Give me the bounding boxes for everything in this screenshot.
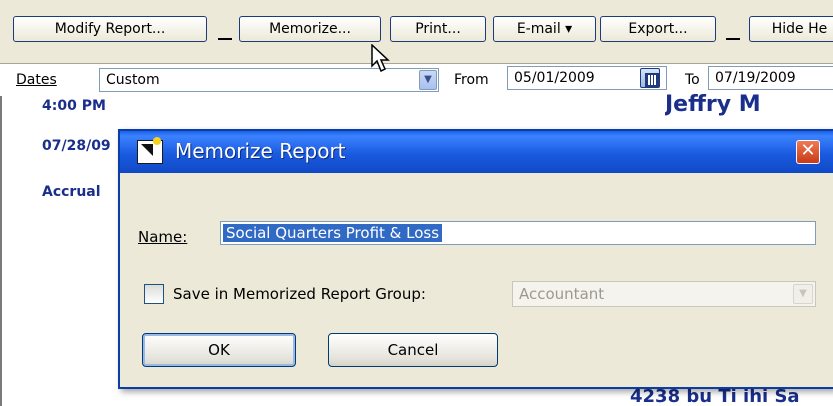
to-date-field[interactable]: 07/19/2009 bbox=[708, 66, 833, 90]
close-button[interactable]: ✕ bbox=[796, 140, 820, 164]
dialog-title: Memorize Report bbox=[175, 139, 346, 163]
name-input[interactable]: Social Quarters Profit & Loss bbox=[220, 221, 816, 245]
report-toolbar: Modify Report... Memorize... Print... E-… bbox=[0, 0, 833, 64]
save-in-group-label: Save in Memorized Report Group: bbox=[173, 285, 426, 303]
toolbar-separator bbox=[726, 26, 740, 40]
calendar-icon[interactable] bbox=[640, 68, 660, 88]
hide-header-button[interactable]: Hide He bbox=[749, 16, 833, 42]
report-icon bbox=[137, 137, 163, 164]
mouse-pointer-icon bbox=[371, 44, 393, 74]
memorize-report-dialog: Memorize Report ✕ Name: Social Quarters … bbox=[118, 129, 833, 389]
from-date-value: 05/01/2009 bbox=[514, 70, 595, 86]
cancel-button[interactable]: Cancel bbox=[328, 333, 498, 367]
print-button[interactable]: Print... bbox=[390, 16, 486, 42]
report-footer-fragment: 4238 bu Ti ihi Sa bbox=[630, 386, 800, 406]
to-date-value: 07/19/2009 bbox=[715, 70, 796, 86]
from-label: From bbox=[454, 72, 489, 88]
close-icon: ✕ bbox=[800, 140, 816, 161]
export-button[interactable]: Export... bbox=[600, 16, 716, 42]
to-label: To bbox=[685, 72, 700, 88]
toolbar-separator bbox=[218, 26, 232, 40]
dates-label: Dates bbox=[16, 72, 57, 88]
ok-button[interactable]: OK bbox=[142, 333, 296, 367]
dialog-body: Name: Social Quarters Profit & Loss Save… bbox=[120, 173, 833, 387]
report-group-value: Accountant bbox=[519, 285, 605, 303]
dialog-titlebar[interactable]: Memorize Report ✕ bbox=[120, 131, 833, 173]
name-input-value: Social Quarters Profit & Loss bbox=[223, 224, 443, 242]
report-basis: Accrual bbox=[42, 184, 101, 200]
name-label: Name: bbox=[138, 228, 188, 246]
memorize-button[interactable]: Memorize... bbox=[239, 16, 381, 42]
save-in-group-checkbox[interactable] bbox=[144, 284, 164, 304]
chevron-down-icon[interactable]: ▼ bbox=[419, 70, 437, 90]
report-date: 07/28/09 bbox=[42, 138, 111, 154]
report-time: 4:00 PM bbox=[42, 98, 106, 114]
dates-select-value: Custom bbox=[106, 72, 160, 88]
report-group-select[interactable]: Accountant ▼ bbox=[512, 281, 816, 307]
email-button[interactable]: E-mail ▾ bbox=[493, 16, 596, 42]
chevron-down-icon[interactable]: ▼ bbox=[793, 284, 813, 304]
modify-report-button[interactable]: Modify Report... bbox=[13, 16, 207, 42]
report-company-title: Jeffry M bbox=[665, 92, 761, 117]
